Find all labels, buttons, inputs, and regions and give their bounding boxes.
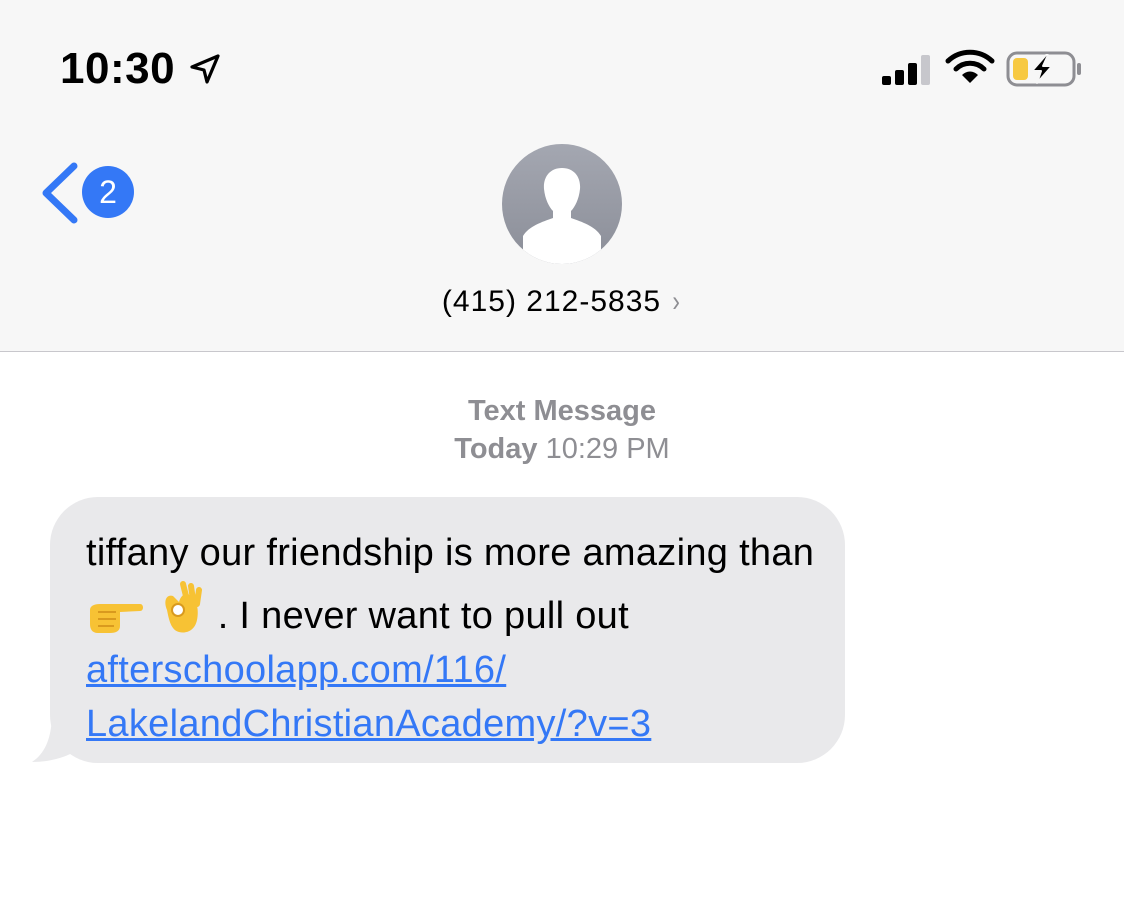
message-text-after-emoji: . I never want to pull out (217, 595, 629, 637)
message-text-before-emoji: tiffany our friendship is more amazing t… (86, 532, 815, 574)
message-link-line1: afterschoolapp.com/116/ (86, 649, 507, 691)
message-timestamp-header: Text Message Today 10:29 PM (0, 392, 1124, 468)
message-text[interactable]: tiffany our friendship is more amazing t… (86, 526, 826, 751)
back-button[interactable]: 2 (30, 158, 140, 228)
contact-avatar[interactable] (502, 144, 622, 264)
contact-number: (415) 212-5835 (441, 285, 662, 318)
message-link-line2: LakelandChristianAcademy/?v=3 (86, 703, 652, 745)
service-label: Text Message (467, 395, 657, 427)
person-silhouette-icon (523, 168, 601, 264)
navigation-header: 10:30 2 (415) 212-5835 › (0, 0, 1124, 352)
ok-hand-emoji (165, 581, 202, 633)
unread-count-badge: 2 (82, 166, 134, 218)
message-link[interactable]: afterschoolapp.com/116/LakelandChristian… (86, 649, 651, 745)
time-label: 10:29 PM (545, 433, 670, 465)
pointing-right-emoji (90, 604, 143, 633)
chevron-left-icon (42, 162, 78, 224)
cellular-signal-icon (882, 55, 930, 85)
status-time: 10:30 (60, 44, 176, 93)
location-arrow-icon (190, 54, 220, 84)
day-label: Today (454, 433, 538, 465)
chevron-right-icon: › (672, 285, 681, 318)
battery-charging-icon (1006, 51, 1081, 87)
contact-details-button[interactable]: (415) 212-5835 › (0, 282, 1124, 322)
wifi-icon (945, 49, 995, 83)
